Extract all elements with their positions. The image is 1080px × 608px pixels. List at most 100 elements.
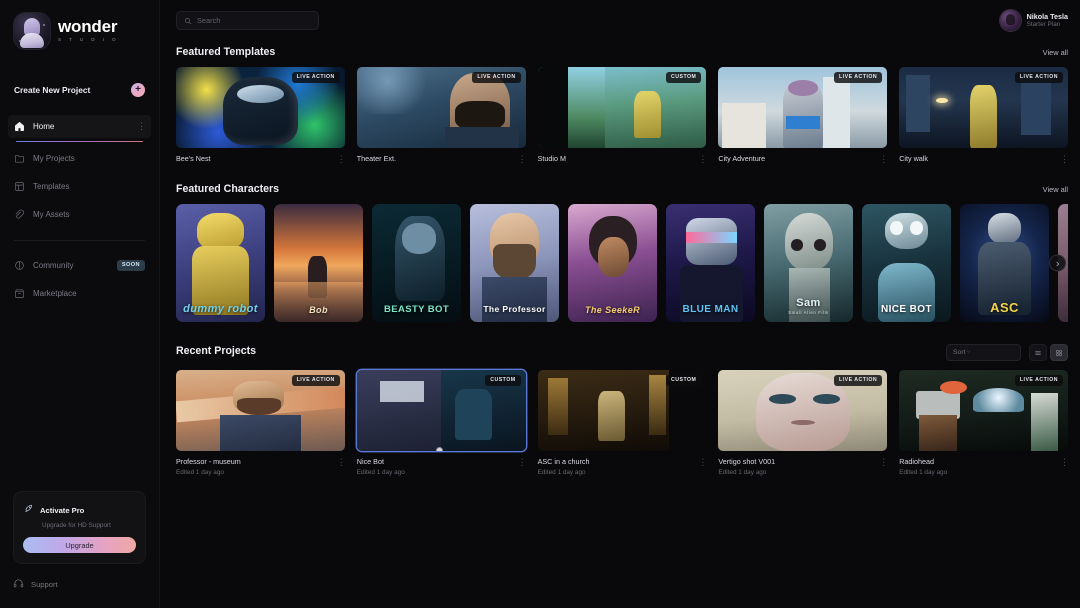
sidebar-nav: Home ⋮ My Projects Templates My Assets C… bbox=[0, 115, 159, 305]
user-profile[interactable]: Nikola Tesla Starter Plan bbox=[999, 10, 1068, 31]
project-card-kebab[interactable]: ⋮ bbox=[698, 457, 707, 467]
project-card-kebab[interactable]: ⋮ bbox=[1060, 457, 1069, 467]
app-root: wonder S T U D I O Create New Project + … bbox=[0, 0, 1080, 608]
character-card[interactable]: Bob bbox=[274, 204, 363, 322]
template-thumbnail[interactable]: LIVE ACTION bbox=[356, 67, 526, 148]
brand-logo[interactable]: wonder S T U D I O bbox=[0, 0, 159, 50]
status-badge: LIVE ACTION bbox=[1014, 72, 1063, 84]
template-card-footer: City Adventure ⋮ bbox=[718, 154, 888, 164]
chevron-down-icon bbox=[965, 348, 972, 357]
sidebar-item-my-projects[interactable]: My Projects bbox=[8, 147, 151, 170]
recent-projects-controls: Sort bbox=[946, 344, 1068, 361]
project-card-kebab[interactable]: ⋮ bbox=[518, 457, 527, 467]
character-name: BLUE MAN bbox=[682, 303, 739, 315]
sidebar-item-community[interactable]: Community SOON bbox=[8, 254, 151, 277]
template-card-kebab[interactable]: ⋮ bbox=[1060, 154, 1069, 164]
template-card-kebab[interactable]: ⋮ bbox=[518, 154, 527, 164]
sidebar-item-home-kebab[interactable]: ⋮ bbox=[137, 122, 146, 131]
template-card-kebab[interactable]: ⋮ bbox=[337, 154, 346, 164]
template-card[interactable]: LIVE ACTION Theater Ext. ⋮ bbox=[356, 67, 527, 164]
brand-word: wonder bbox=[58, 16, 118, 36]
template-card-kebab[interactable]: ⋮ bbox=[879, 154, 888, 164]
project-card-edited: Edited 1 day ago bbox=[176, 469, 224, 476]
project-thumbnail[interactable]: CUSTOM bbox=[537, 370, 707, 451]
templates-grid: LIVE ACTION Bee's Nest ⋮ LIVE ACTION The… bbox=[176, 67, 1069, 164]
template-thumbnail[interactable]: LIVE ACTION bbox=[718, 67, 888, 148]
template-card-title: Theater Ext. bbox=[356, 154, 396, 163]
character-card[interactable]: NICE BOT bbox=[862, 204, 951, 322]
character-subtitle: Small Alien Film bbox=[788, 310, 829, 315]
plus-icon[interactable]: + bbox=[131, 83, 145, 97]
template-thumbnail[interactable]: LIVE ACTION bbox=[899, 67, 1068, 148]
project-card-edited: Edited 1 day ago bbox=[718, 469, 767, 476]
template-card[interactable]: LIVE ACTION Bee's Nest ⋮ bbox=[176, 67, 346, 164]
brand-text: wonder S T U D I O bbox=[58, 18, 119, 45]
template-card-title: City walk bbox=[899, 154, 928, 163]
status-badge: LIVE ACTION bbox=[291, 375, 340, 387]
user-plan: Starter Plan bbox=[1026, 21, 1061, 29]
template-card-footer: Theater Ext. ⋮ bbox=[356, 154, 527, 164]
folder-icon bbox=[14, 153, 25, 164]
character-card[interactable]: ASC bbox=[960, 204, 1049, 322]
project-card-kebab[interactable]: ⋮ bbox=[879, 457, 888, 467]
character-card[interactable]: The SeekeR bbox=[568, 204, 657, 322]
project-card-title: Professor - museum bbox=[176, 457, 241, 466]
character-name: BEASTY BOT bbox=[383, 304, 450, 315]
project-thumbnail[interactable]: CUSTOM bbox=[356, 370, 526, 451]
section-featured-templates: Featured Templates View all LIVE ACTION … bbox=[176, 46, 1069, 164]
character-card[interactable]: dummy robot bbox=[176, 204, 265, 322]
sidebar-item-home[interactable]: Home ⋮ bbox=[8, 115, 151, 142]
upgrade-button[interactable]: Upgrade bbox=[23, 537, 136, 553]
character-card[interactable]: BEASTY BOT bbox=[372, 204, 461, 322]
grid-view-button[interactable] bbox=[1050, 344, 1068, 361]
create-new-project-label: Create New Project bbox=[14, 85, 91, 95]
project-thumbnail[interactable]: LIVE ACTION bbox=[176, 370, 345, 451]
sidebar-item-templates[interactable]: Templates bbox=[8, 175, 151, 198]
project-thumbnail[interactable]: LIVE ACTION bbox=[718, 370, 888, 451]
project-card[interactable]: CUSTOM Nice Bot Edited 1 day ago ⋮ bbox=[356, 370, 527, 476]
template-card[interactable]: LIVE ACTION City Adventure ⋮ bbox=[718, 67, 888, 164]
list-view-button[interactable] bbox=[1029, 344, 1047, 361]
sidebar-item-my-assets-label: My Assets bbox=[33, 210, 70, 219]
main-area: Nikola Tesla Starter Plan Featured Templ… bbox=[160, 0, 1080, 608]
template-card[interactable]: CUSTOM Studio M ⋮ bbox=[537, 67, 707, 164]
sidebar-item-my-projects-label: My Projects bbox=[33, 154, 75, 163]
status-badge: LIVE ACTION bbox=[834, 72, 883, 84]
brand-subtitle: S T U D I O bbox=[58, 36, 119, 42]
search-box[interactable] bbox=[176, 11, 319, 30]
character-card[interactable]: The Professor bbox=[470, 204, 559, 322]
sidebar-item-templates-label: Templates bbox=[33, 182, 70, 191]
character-card[interactable]: Sam Small Alien Film bbox=[764, 204, 853, 322]
search-input[interactable] bbox=[197, 16, 311, 25]
create-new-project-row[interactable]: Create New Project + bbox=[14, 83, 145, 97]
project-card[interactable]: LIVE ACTION Radiohead Edited 1 day ago ⋮ bbox=[899, 370, 1069, 476]
view-all-characters[interactable]: View all bbox=[1043, 185, 1068, 194]
sidebar-item-my-assets[interactable]: My Assets bbox=[8, 203, 151, 226]
template-thumbnail[interactable]: CUSTOM bbox=[537, 67, 707, 148]
template-card[interactable]: LIVE ACTION City walk ⋮ bbox=[899, 67, 1069, 164]
project-card-footer: Professor - museum Edited 1 day ago ⋮ bbox=[176, 457, 346, 476]
page-title-featured-templates: Featured Templates bbox=[176, 46, 276, 58]
characters-carousel[interactable]: dummy robot Bob BEASTY BOT The Professor… bbox=[176, 204, 1068, 322]
community-icon bbox=[14, 260, 25, 271]
project-card[interactable]: LIVE ACTION Vertigo shot V001 Edited 1 d… bbox=[718, 370, 888, 476]
status-badge-soon: SOON bbox=[116, 260, 145, 271]
marketplace-icon bbox=[14, 288, 25, 299]
carousel-next-button[interactable] bbox=[1049, 254, 1066, 272]
topbar: Nikola Tesla Starter Plan bbox=[160, 0, 1080, 41]
character-name: The Professor bbox=[483, 304, 546, 315]
activate-pro-subtitle: Upgrade for HD Support bbox=[42, 522, 111, 529]
project-thumbnail[interactable]: LIVE ACTION bbox=[899, 370, 1068, 451]
status-badge: LIVE ACTION bbox=[291, 72, 340, 84]
view-all-templates[interactable]: View all bbox=[1043, 48, 1068, 57]
support-link[interactable]: Support bbox=[13, 578, 58, 591]
sort-dropdown[interactable]: Sort bbox=[946, 344, 1021, 361]
rocket-icon bbox=[23, 501, 34, 519]
template-card-kebab[interactable]: ⋮ bbox=[698, 154, 707, 164]
character-card[interactable]: BLUE MAN bbox=[666, 204, 755, 322]
project-card-kebab[interactable]: ⋮ bbox=[337, 457, 346, 467]
template-thumbnail[interactable]: LIVE ACTION bbox=[176, 67, 345, 148]
project-card[interactable]: CUSTOM ASC in a church Edited 1 day ago … bbox=[537, 370, 707, 476]
sidebar-item-marketplace[interactable]: Marketplace bbox=[8, 282, 151, 305]
project-card[interactable]: LIVE ACTION Professor - museum Edited 1 … bbox=[176, 370, 346, 476]
